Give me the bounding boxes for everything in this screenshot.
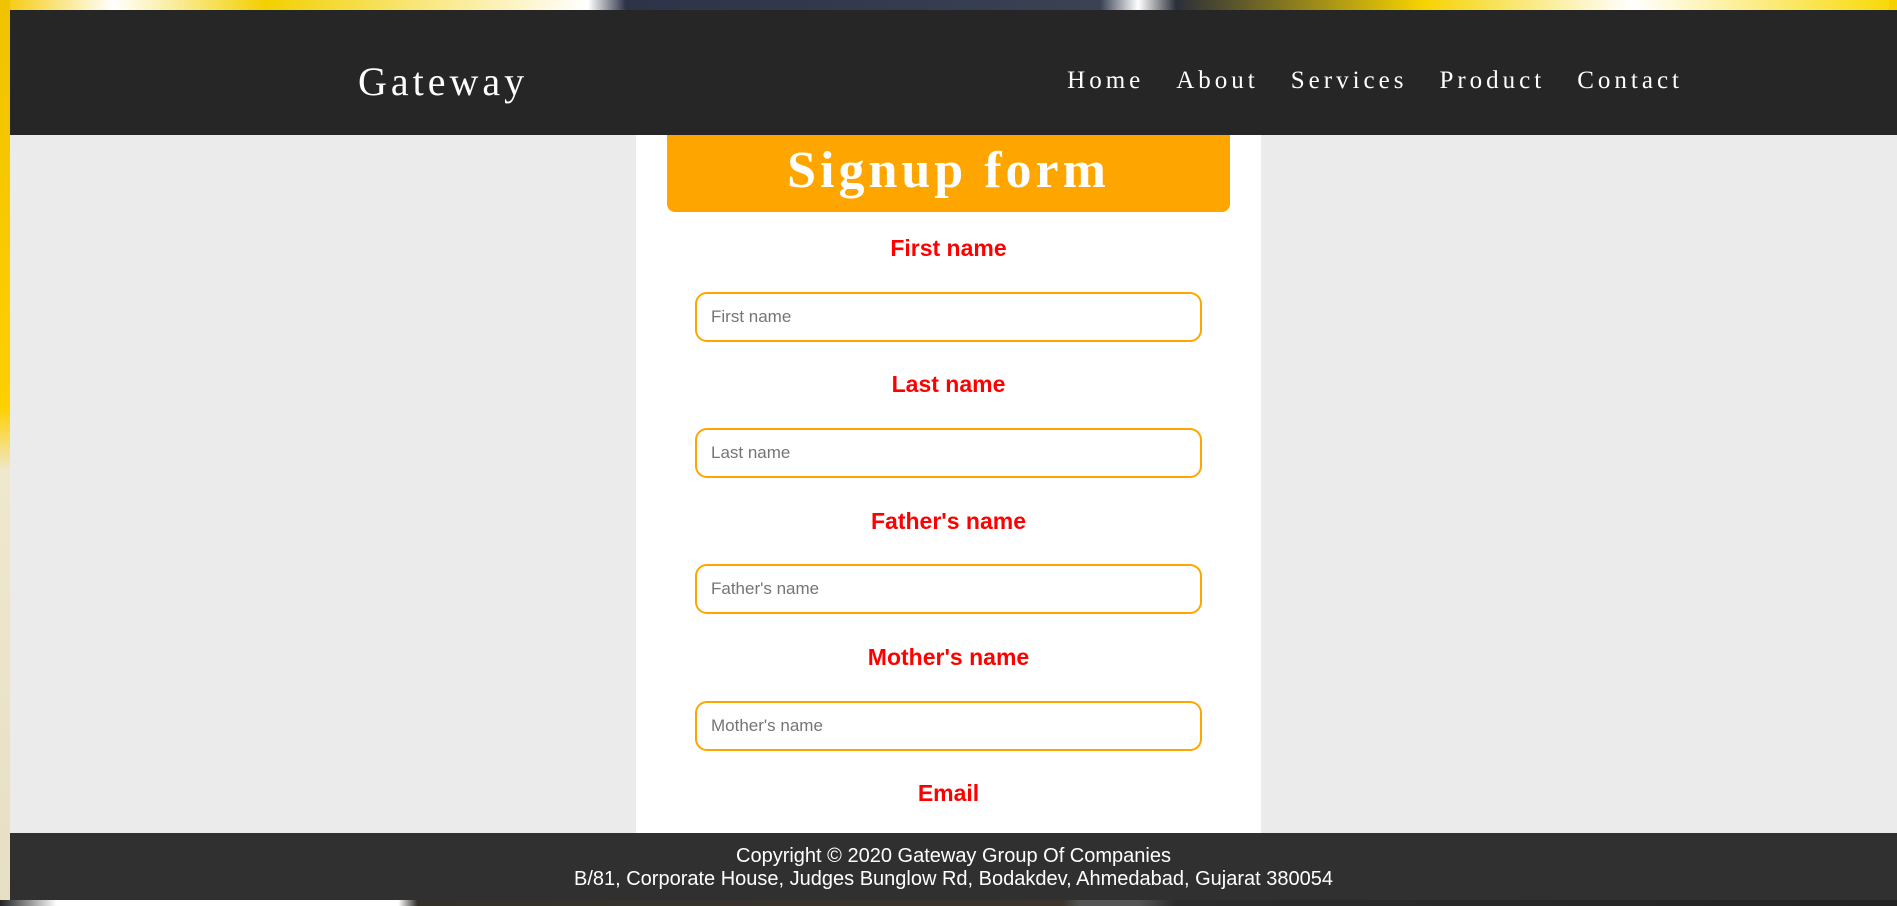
mothers-name-input[interactable]	[695, 701, 1202, 751]
footer-address: B/81, Corporate House, Judges Bunglow Rd…	[573, 868, 1333, 890]
fathers-name-label: Father's name	[870, 508, 1027, 534]
mothers-name-label: Mother's name	[867, 644, 1030, 670]
form-title: Signup form	[787, 142, 1110, 199]
main-nav: Home About Services Product Contact	[1067, 67, 1683, 95]
first-name-label: First name	[890, 235, 1007, 261]
last-name-label: Last name	[891, 371, 1006, 397]
background-image-bottom	[0, 900, 1897, 906]
form-header: Signup form	[667, 135, 1230, 212]
footer-copyright: Copyright © 2020 Gateway Group Of Compan…	[736, 845, 1171, 867]
nav-link-home[interactable]: Home	[1067, 67, 1144, 95]
fathers-name-input[interactable]	[695, 564, 1202, 614]
last-name-input[interactable]	[695, 428, 1202, 478]
brand-logo[interactable]: Gateway	[358, 58, 528, 105]
nav-link-product[interactable]: Product	[1439, 67, 1545, 95]
signup-form-panel: Signup form First name Last name Father'…	[636, 135, 1261, 833]
navbar: Gateway Home About Services Product Cont…	[10, 10, 1897, 135]
first-name-input[interactable]	[695, 292, 1202, 342]
nav-link-contact[interactable]: Contact	[1577, 67, 1683, 95]
nav-link-services[interactable]: Services	[1291, 67, 1408, 95]
email-label: Email	[917, 780, 980, 806]
background-image-left	[0, 0, 10, 906]
nav-link-about[interactable]: About	[1176, 67, 1259, 95]
footer: Copyright © 2020 Gateway Group Of Compan…	[10, 833, 1897, 900]
